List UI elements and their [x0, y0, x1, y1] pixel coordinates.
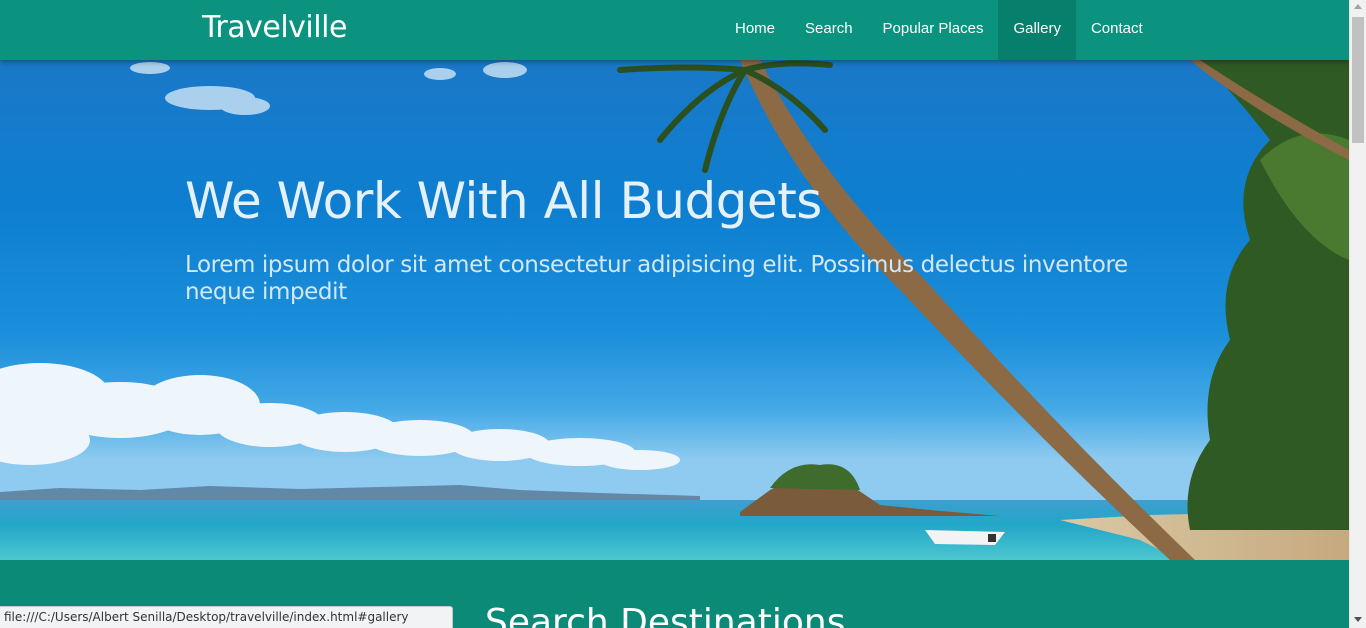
nav-contact-link[interactable]: Contact — [1076, 0, 1158, 60]
tropical-beach-image — [0, 60, 1349, 560]
hero-banner: We Work With All Budgets Lorem ipsum dol… — [0, 60, 1349, 560]
search-section-title: Search Destinations — [485, 602, 846, 628]
page: Travelville Home Search Popular Places G… — [0, 0, 1349, 628]
nav-search-link[interactable]: Search — [790, 0, 868, 60]
nav-gallery-link[interactable]: Gallery — [998, 0, 1076, 60]
brand-logo[interactable]: Travelville — [202, 10, 347, 45]
main-nav: Home Search Popular Places Gallery Conta… — [720, 0, 1158, 60]
nav-home-link[interactable]: Home — [720, 0, 790, 60]
hero-subtitle: Lorem ipsum dolor sit amet consectetur a… — [185, 252, 1128, 305]
scroll-up-arrow-icon[interactable] — [1354, 4, 1362, 9]
vertical-scrollbar[interactable] — [1349, 0, 1366, 628]
scrollbar-thumb[interactable] — [1352, 17, 1364, 143]
scroll-down-arrow-icon[interactable] — [1354, 617, 1362, 622]
hero-title: We Work With All Budgets — [185, 172, 822, 230]
navbar: Travelville Home Search Popular Places G… — [0, 0, 1349, 60]
browser-status-bar: file:///C:/Users/Albert Senilla/Desktop/… — [0, 606, 453, 628]
nav-popular-places-link[interactable]: Popular Places — [868, 0, 999, 60]
